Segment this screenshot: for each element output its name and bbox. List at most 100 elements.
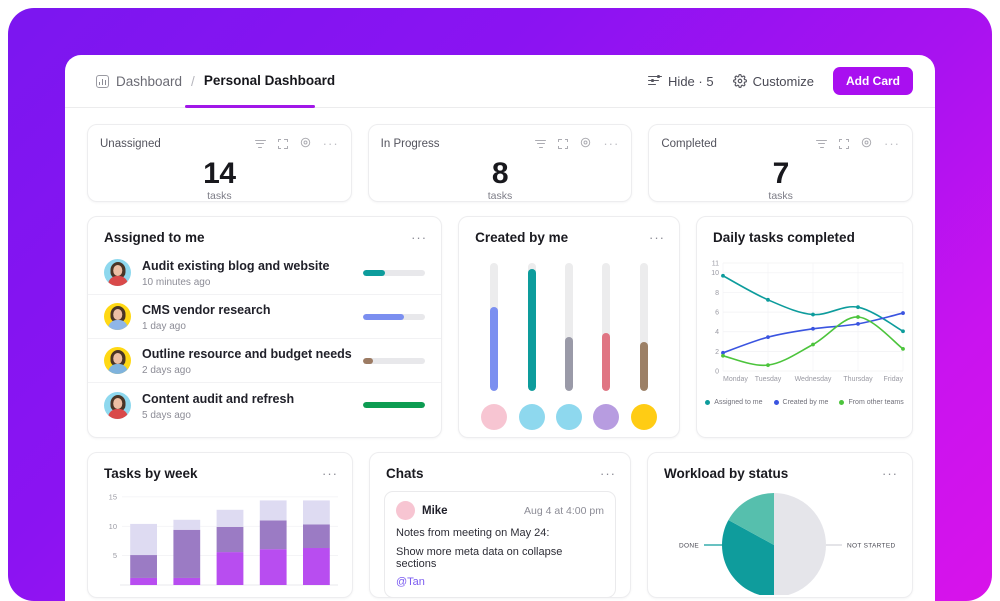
- ellipsis-icon[interactable]: ···: [649, 231, 665, 244]
- breadcrumb: Dashboard / Personal Dashboard: [96, 73, 335, 90]
- created-bar-item[interactable]: [481, 263, 508, 430]
- task-row[interactable]: Outline resource and budget needs 2 days…: [88, 339, 442, 383]
- created-bar-item[interactable]: [630, 263, 657, 430]
- breadcrumb-parent[interactable]: Dashboard: [116, 74, 182, 89]
- avatar: [481, 404, 508, 430]
- task-info: Audit existing blog and website 10 minut…: [142, 257, 363, 288]
- stat-card-completed[interactable]: Completed ··· 7 tasks: [648, 124, 914, 202]
- stat-unit: tasks: [207, 190, 232, 202]
- legend-item[interactable]: From other teams: [839, 399, 904, 406]
- task-row[interactable]: Content audit and refresh 5 days ago: [88, 383, 441, 427]
- expand-icon[interactable]: [839, 139, 850, 149]
- stat-unit: tasks: [487, 190, 513, 202]
- bar-track: [490, 263, 499, 391]
- avatar: [104, 391, 131, 419]
- ellipsis-icon[interactable]: ···: [884, 137, 900, 150]
- task-time: 10 minutes ago: [142, 277, 211, 288]
- avatar: [518, 404, 545, 430]
- svg-text:Tuesday: Tuesday: [755, 376, 782, 383]
- top-bar-actions: Hide · 5 Customize Add Card: [648, 67, 913, 95]
- ellipsis-icon[interactable]: ···: [322, 467, 338, 480]
- card-actions: ···: [254, 135, 339, 153]
- ellipsis-icon[interactable]: ···: [600, 467, 616, 480]
- legend-item[interactable]: Created by me: [773, 399, 828, 406]
- app-window: Dashboard / Personal Dashboard Hide · 5: [65, 55, 935, 601]
- card-header: Workload by status ···: [648, 453, 912, 481]
- chat-message[interactable]: Mike Aug 4 at 4:00 pm Notes from meeting…: [384, 491, 616, 598]
- svg-text:4: 4: [715, 329, 719, 336]
- breadcrumb-current[interactable]: Personal Dashboard: [204, 73, 335, 90]
- chat-author: Mike: [422, 504, 448, 517]
- customize-label: Customize: [752, 73, 814, 89]
- chat-line-2: Show more meta data on collapse sections: [396, 546, 563, 570]
- chat-timestamp: Aug 4 at 4:00 pm: [524, 504, 604, 517]
- bar-track: [527, 263, 536, 391]
- task-info: Content audit and refresh 5 days ago: [142, 390, 363, 421]
- stat-card-header: Unassigned ···: [100, 135, 339, 153]
- progress-bar: [363, 402, 426, 408]
- ellipsis-icon[interactable]: ···: [882, 467, 898, 480]
- task-row[interactable]: CMS vendor research 1 day ago: [88, 295, 442, 339]
- avatar: [593, 404, 620, 430]
- daily-tasks-completed-card: Daily tasks completed 0 2 4 6 8 10 11 Monday Tue…: [696, 216, 913, 438]
- bar-track: [639, 263, 648, 391]
- task-info: CMS vendor research 1 day ago: [142, 301, 363, 332]
- filter-icon[interactable]: [254, 139, 266, 149]
- hide-button[interactable]: Hide · 5: [648, 74, 714, 89]
- top-bar: Dashboard / Personal Dashboard Hide · 5: [65, 55, 935, 108]
- card-title: Chats: [386, 466, 424, 481]
- stat-card-unassigned[interactable]: Unassigned ··· 14 tasks: [87, 124, 352, 202]
- stats-row: Unassigned ··· 14 tasks In Progress ··· …: [87, 124, 914, 202]
- stat-unit: tasks: [768, 190, 793, 202]
- hide-label: Hide · 5: [668, 73, 714, 89]
- ellipsis-icon[interactable]: ···: [323, 137, 339, 150]
- stat-card-header: In Progress ···: [381, 135, 620, 153]
- svg-text:8: 8: [715, 290, 719, 297]
- chats-card: Chats ··· Mike Aug 4 at 4:00 pm Notes fr…: [369, 452, 631, 598]
- avatar: [104, 347, 131, 374]
- svg-text:5: 5: [113, 551, 117, 560]
- svg-text:0: 0: [715, 368, 719, 375]
- avatar: [396, 501, 415, 520]
- card-actions: ···: [535, 135, 619, 153]
- card-actions: ···: [816, 135, 900, 153]
- vertical-bars: [459, 245, 679, 430]
- stat-card-in-progress[interactable]: In Progress ··· 8 tasks: [367, 124, 633, 202]
- task-time: 1 day ago: [142, 321, 186, 332]
- task-row[interactable]: Audit existing blog and website 10 minut…: [88, 251, 442, 295]
- created-bar-item[interactable]: [593, 263, 620, 430]
- svg-text:10: 10: [711, 270, 719, 277]
- created-bar-item[interactable]: [518, 263, 545, 430]
- bar-track: [602, 263, 611, 391]
- svg-text:11: 11: [712, 260, 719, 267]
- ellipsis-icon[interactable]: ···: [411, 231, 427, 244]
- task-time: 5 days ago: [142, 409, 191, 421]
- gear-icon[interactable]: [300, 135, 311, 153]
- breadcrumb-separator: /: [191, 73, 195, 89]
- svg-text:6: 6: [715, 309, 719, 316]
- created-bar-item[interactable]: [556, 263, 583, 430]
- legend-item[interactable]: Assigned to me: [705, 399, 763, 406]
- card-header: Tasks by week ···: [88, 453, 352, 481]
- add-card-button[interactable]: Add Card: [833, 67, 913, 95]
- svg-text:2: 2: [715, 349, 719, 356]
- svg-text:Friday: Friday: [884, 376, 904, 383]
- gear-icon[interactable]: [861, 135, 872, 153]
- gear-icon[interactable]: [580, 135, 591, 153]
- svg-text:DONE: DONE: [679, 543, 699, 550]
- filter-icon[interactable]: [816, 139, 828, 149]
- card-title: Assigned to me: [104, 230, 205, 245]
- card-header: Assigned to me ···: [88, 217, 441, 245]
- workload-by-status-card: Workload by status ··· NOT STARTED DONE: [647, 452, 913, 598]
- bottom-row: Tasks by week ··· 5 10 15 Chats ··· Mike…: [87, 452, 913, 598]
- gear-icon: [732, 74, 747, 88]
- expand-icon[interactable]: [558, 139, 569, 149]
- customize-button[interactable]: Customize: [732, 73, 814, 89]
- expand-icon[interactable]: [277, 139, 288, 149]
- progress-bar: [363, 357, 426, 364]
- svg-text:10: 10: [109, 522, 117, 531]
- ellipsis-icon[interactable]: ···: [603, 137, 619, 150]
- chat-mention-link[interactable]: @Tan: [396, 576, 604, 588]
- filter-icon[interactable]: [535, 139, 547, 149]
- assigned-to-me-card: Assigned to me ··· Audit existing blog a…: [87, 216, 443, 438]
